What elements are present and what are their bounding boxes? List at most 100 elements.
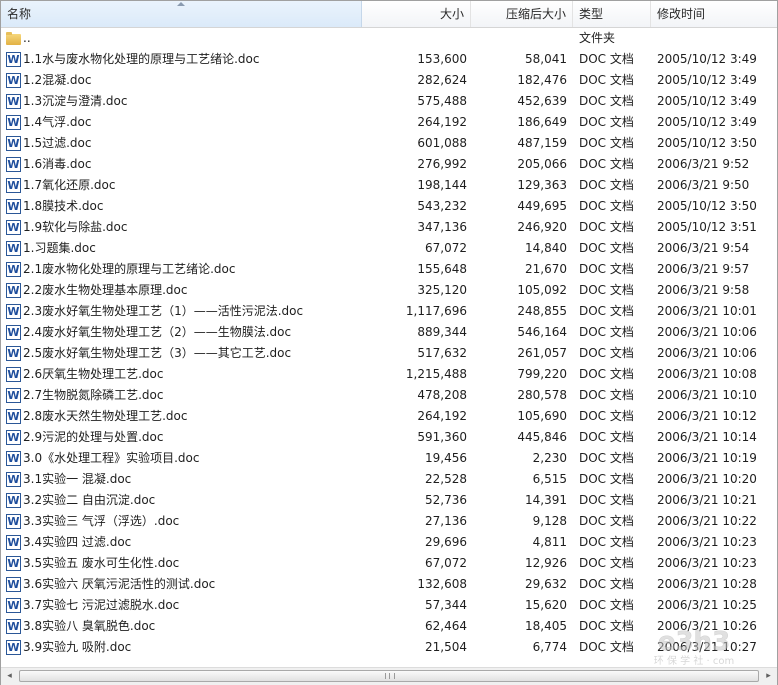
file-modified-time: 2005/10/12 3:49: [657, 52, 757, 66]
file-size: 347,136: [417, 220, 467, 234]
file-compressed-size: 18,405: [525, 619, 567, 633]
file-size: 52,736: [425, 493, 467, 507]
file-modified-time: 2006/3/21 10:23: [657, 535, 757, 549]
file-row[interactable]: W 2.9污泥的处理与处置.doc 591,360 445,846 DOC 文档 2006…: [1, 427, 777, 448]
file-row[interactable]: W 1.5过滤.doc 601,088 487,159 DOC 文档 2005/10/12…: [1, 133, 777, 154]
file-row[interactable]: W 2.1废水物化处理的原理与工艺绪论.doc 155,648 21,670 DOC 文…: [1, 259, 777, 280]
word-doc-icon: W: [6, 325, 21, 340]
file-type: DOC 文档: [579, 556, 634, 570]
file-modified-time: 2006/3/21 9:54: [657, 241, 750, 255]
file-row[interactable]: .. 文件夹: [1, 28, 777, 49]
file-modified-time: 2006/3/21 10:06: [657, 346, 757, 360]
file-row[interactable]: W 3.0《水处理工程》实验项目.doc 19,456 2,230 DOC 文档 2006…: [1, 448, 777, 469]
file-name: 3.9实验九 吸附.doc: [23, 640, 132, 654]
file-row[interactable]: W 1.2混凝.doc 282,624 182,476 DOC 文档 2005/10/12…: [1, 70, 777, 91]
file-row[interactable]: W 1.7氧化还原.doc 198,144 129,363 DOC 文档 2006/3/2…: [1, 175, 777, 196]
file-name: 3.4实验四 过滤.doc: [23, 535, 132, 549]
file-compressed-size: 280,578: [517, 388, 567, 402]
file-name: 2.9污泥的处理与处置.doc: [23, 430, 164, 444]
file-compressed-size: 15,620: [525, 598, 567, 612]
column-header-compressed[interactable]: 压缩后大小: [471, 1, 573, 27]
word-doc-icon: W: [6, 409, 21, 424]
file-row[interactable]: W 2.6厌氧生物处理工艺.doc 1,215,488 799,220 DOC 文档 20…: [1, 364, 777, 385]
file-compressed-size: 58,041: [525, 52, 567, 66]
file-row[interactable]: W 3.9实验九 吸附.doc 21,504 6,774 DOC 文档 2006/3/21…: [1, 637, 777, 658]
file-row[interactable]: W 1.4气浮.doc 264,192 186,649 DOC 文档 2005/10/12…: [1, 112, 777, 133]
file-type: DOC 文档: [579, 430, 634, 444]
file-size: 325,120: [417, 283, 467, 297]
file-modified-time: 2006/3/21 10:19: [657, 451, 757, 465]
column-header-compressed-label: 压缩后大小: [505, 7, 566, 21]
file-row[interactable]: W 3.1实验一 混凝.doc 22,528 6,515 DOC 文档 2006/3/21…: [1, 469, 777, 490]
file-row[interactable]: W 2.5废水好氧生物处理工艺（3）——其它工艺.doc 517,632 261,05…: [1, 343, 777, 364]
file-size: 601,088: [417, 136, 467, 150]
word-doc-icon: W: [6, 73, 21, 88]
file-row[interactable]: W 1.3沉淀与澄清.doc 575,488 452,639 DOC 文档 2005/10…: [1, 91, 777, 112]
file-row[interactable]: W 2.3废水好氧生物处理工艺（1）——活性污泥法.doc 1,117,696 248…: [1, 301, 777, 322]
file-compressed-size: 246,920: [517, 220, 567, 234]
horizontal-scrollbar[interactable]: ◂ ▸: [1, 667, 777, 685]
file-row[interactable]: W 2.2废水生物处理基本原理.doc 325,120 105,092 DOC 文档 20…: [1, 280, 777, 301]
column-header-size[interactable]: 大小: [362, 1, 471, 27]
file-compressed-size: 186,649: [517, 115, 567, 129]
file-type: DOC 文档: [579, 640, 634, 654]
file-name: 3.1实验一 混凝.doc: [23, 472, 132, 486]
file-modified-time: 2005/10/12 3:50: [657, 136, 757, 150]
word-doc-icon: W: [6, 640, 21, 655]
file-type: DOC 文档: [579, 493, 634, 507]
file-size: 575,488: [417, 94, 467, 108]
file-name: 1.习题集.doc: [23, 241, 96, 255]
file-row[interactable]: W 2.8废水天然生物处理工艺.doc 264,192 105,690 DOC 文档 20…: [1, 406, 777, 427]
file-modified-time: 2006/3/21 10:20: [657, 472, 757, 486]
column-header-name[interactable]: 名称: [1, 1, 362, 27]
file-row[interactable]: W 1.9软化与除盐.doc 347,136 246,920 DOC 文档 2005/10…: [1, 217, 777, 238]
file-type: 文件夹: [579, 31, 616, 45]
file-row[interactable]: W 1.6消毒.doc 276,992 205,066 DOC 文档 2006/3/21 …: [1, 154, 777, 175]
word-doc-icon: W: [6, 178, 21, 193]
file-size: 517,632: [417, 346, 467, 360]
column-header-type[interactable]: 类型: [573, 1, 651, 27]
file-compressed-size: 21,670: [525, 262, 567, 276]
file-type: DOC 文档: [579, 367, 634, 381]
scroll-left-icon[interactable]: ◂: [1, 668, 18, 685]
file-size: 155,648: [417, 262, 467, 276]
file-row[interactable]: W 3.4实验四 过滤.doc 29,696 4,811 DOC 文档 2006/3/21…: [1, 532, 777, 553]
file-row[interactable]: W 3.2实验二 自由沉淀.doc 52,736 14,391 DOC 文档 2006/3…: [1, 490, 777, 511]
file-row[interactable]: W 3.8实验八 臭氧脱色.doc 62,464 18,405 DOC 文档 2006/3…: [1, 616, 777, 637]
column-header-bar: 名称 大小 压缩后大小 类型 修改时间: [1, 1, 777, 28]
file-row[interactable]: W 1.1水与废水物化处理的原理与工艺绪论.doc 153,600 58,041 DOC…: [1, 49, 777, 70]
file-row[interactable]: W 3.6实验六 厌氧污泥活性的测试.doc 132,608 29,632 DOC 文档…: [1, 574, 777, 595]
file-modified-time: 2006/3/21 10:23: [657, 556, 757, 570]
file-row[interactable]: W 3.3实验三 气浮（浮选）.doc 27,136 9,128 DOC 文档 2006/…: [1, 511, 777, 532]
file-type: DOC 文档: [579, 325, 634, 339]
file-row[interactable]: W 2.7生物脱氮除磷工艺.doc 478,208 280,578 DOC 文档 2006…: [1, 385, 777, 406]
file-size: 21,504: [425, 640, 467, 654]
word-doc-icon: W: [6, 304, 21, 319]
file-row[interactable]: W 1.习题集.doc 67,072 14,840 DOC 文档 2006/3/21 9:…: [1, 238, 777, 259]
file-name: 1.3沉淀与澄清.doc: [23, 94, 128, 108]
file-name: 2.4废水好氧生物处理工艺（2）——生物膜法.doc: [23, 325, 292, 339]
file-compressed-size: 182,476: [517, 73, 567, 87]
file-compressed-size: 4,811: [532, 535, 567, 549]
file-row[interactable]: W 3.5实验五 废水可生化性.doc 67,072 12,926 DOC 文档 2006…: [1, 553, 777, 574]
word-doc-icon: W: [6, 556, 21, 571]
word-doc-icon: W: [6, 598, 21, 613]
scroll-right-icon[interactable]: ▸: [760, 668, 777, 685]
file-name: 2.1废水物化处理的原理与工艺绪论.doc: [23, 262, 236, 276]
file-name: 3.8实验八 臭氧脱色.doc: [23, 619, 156, 633]
file-type: DOC 文档: [579, 199, 634, 213]
file-type: DOC 文档: [579, 304, 634, 318]
word-doc-icon: W: [6, 136, 21, 151]
file-row[interactable]: W 2.4废水好氧生物处理工艺（2）——生物膜法.doc 889,344 546,16…: [1, 322, 777, 343]
file-compressed-size: 14,391: [525, 493, 567, 507]
word-doc-icon: W: [6, 283, 21, 298]
file-row[interactable]: W 3.7实验七 污泥过滤脱水.doc 57,344 15,620 DOC 文档 2006…: [1, 595, 777, 616]
file-type: DOC 文档: [579, 346, 634, 360]
file-compressed-size: 29,632: [525, 577, 567, 591]
scrollbar-thumb[interactable]: [19, 670, 759, 682]
column-header-modified[interactable]: 修改时间: [651, 1, 777, 27]
file-modified-time: 2006/3/21 10:08: [657, 367, 757, 381]
file-name: 3.0《水处理工程》实验项目.doc: [23, 451, 200, 465]
file-modified-time: 2006/3/21 10:22: [657, 514, 757, 528]
file-row[interactable]: W 1.8膜技术.doc 543,232 449,695 DOC 文档 2005/10/1…: [1, 196, 777, 217]
